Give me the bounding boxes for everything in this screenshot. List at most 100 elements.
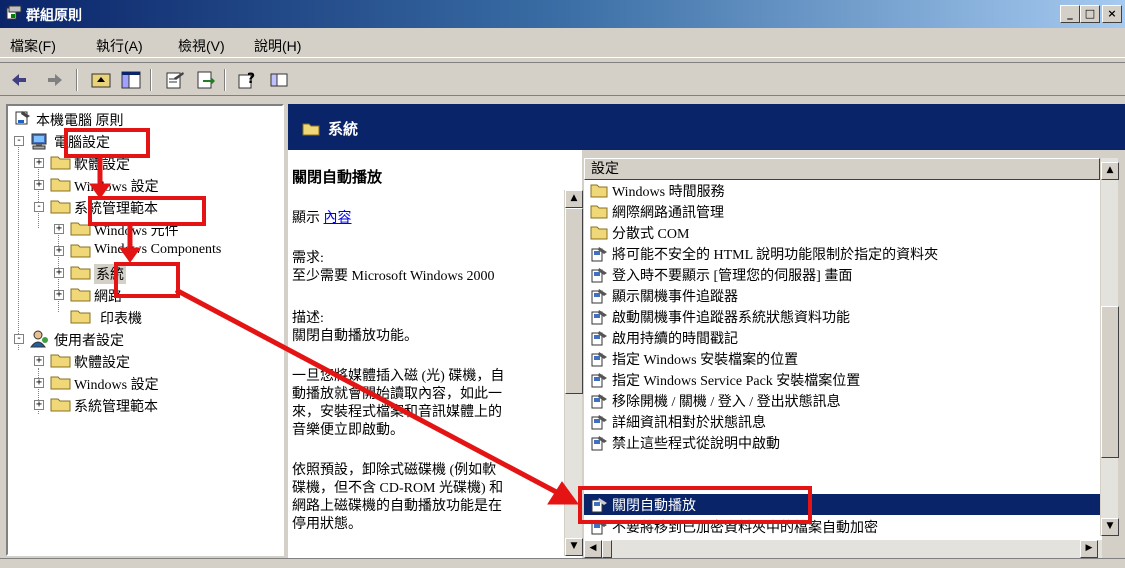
list-item[interactable]: 指定 Windows 安裝檔案的位置: [584, 348, 1102, 369]
tree-cc-admin-wincomponents[interactable]: + Windows Components: [10, 240, 282, 262]
list-item[interactable]: 移除開機 / 關機 / 登入 / 登出狀態訊息: [584, 390, 1102, 411]
list-item[interactable]: 登入時不要顯示 [管理您的伺服器] 畫面: [584, 264, 1102, 285]
description-paragraph: 音樂便立即啟動。: [292, 423, 404, 438]
scroll-thumb[interactable]: [602, 540, 612, 558]
list-item[interactable]: 啟動關機事件追蹤器系統狀態資料功能: [584, 306, 1102, 327]
toolbar-separator: [224, 69, 226, 91]
setting-icon: [590, 392, 608, 409]
expand-toggle[interactable]: +: [34, 400, 44, 410]
list-item[interactable]: 指定 Windows Service Pack 安裝檔案位置: [584, 369, 1102, 390]
menu-view[interactable]: 檢視(V): [178, 36, 225, 56]
tree-root[interactable]: 本機電腦 原則: [10, 108, 280, 130]
menu-bar: 檔案(F) 執行(A) 檢視(V) 說明(H): [0, 30, 1125, 58]
collapse-toggle[interactable]: -: [34, 202, 44, 212]
selected-node-label: 系統: [94, 264, 126, 284]
tree-cc-admin-network[interactable]: + 網路: [10, 284, 280, 306]
folder-icon: [302, 122, 320, 136]
expand-toggle[interactable]: +: [54, 268, 64, 278]
folder-icon: [50, 176, 72, 192]
tree-uc-windows[interactable]: + Windows 設定: [10, 372, 280, 394]
setting-icon: [590, 245, 608, 262]
svg-text:?: ?: [247, 71, 255, 87]
scroll-thumb[interactable]: [565, 208, 583, 394]
tree-cc-admin-system[interactable]: + 系統: [10, 262, 280, 284]
folder-icon: [70, 286, 92, 302]
tree-uc-software[interactable]: + 軟體設定: [10, 350, 280, 372]
properties-link[interactable]: 內容: [324, 211, 352, 226]
tree-computer-config[interactable]: - 電腦設定: [10, 130, 280, 152]
requirements-value: 至少需要 Microsoft Windows 2000: [292, 269, 495, 284]
back-icon[interactable]: [8, 69, 30, 91]
expand-toggle[interactable]: +: [54, 290, 64, 300]
tree-pane[interactable]: 本機電腦 原則 - 電腦設定 + 軟體設定 + Windows 設定 - 系統管…: [6, 104, 284, 556]
export-list-icon[interactable]: [194, 69, 216, 91]
folder-icon: [50, 396, 72, 412]
menu-action[interactable]: 執行(A): [96, 36, 143, 56]
list-item[interactable]: 將可能不安全的 HTML 說明功能限制於指定的資料夾: [584, 243, 1102, 264]
expand-toggle[interactable]: +: [34, 356, 44, 366]
toolbar-separator: [150, 69, 152, 91]
list-item[interactable]: Windows 時間服務: [584, 180, 1102, 201]
help-icon[interactable]: ?: [236, 69, 258, 91]
tree-cc-admin-printers[interactable]: 印表機: [10, 306, 280, 328]
expand-toggle[interactable]: +: [54, 224, 64, 234]
window-title: 群組原則: [26, 7, 82, 23]
description-pane: 關閉自動播放 顯示 內容 需求: 至少需要 Microsoft Windows …: [288, 150, 582, 564]
collapse-toggle[interactable]: -: [14, 136, 24, 146]
up-folder-icon[interactable]: [90, 69, 112, 91]
settings-hscrollbar[interactable]: ◀ ▶: [584, 540, 1102, 558]
list-item[interactable]: 不要將移到已加密資料夾中的檔案自動加密: [584, 516, 1102, 537]
scroll-down-button[interactable]: ▼: [565, 538, 583, 556]
tree-cc-admin[interactable]: - 系統管理範本: [10, 196, 280, 218]
settings-scrollbar[interactable]: ▲ ▼: [1100, 158, 1119, 536]
scroll-right-button[interactable]: ▶: [1080, 540, 1098, 558]
expand-toggle[interactable]: +: [34, 158, 44, 168]
title-bar[interactable]: 群組原則 _ □ ×: [0, 0, 1125, 28]
scroll-up-button[interactable]: ▲: [565, 190, 583, 208]
scroll-left-button[interactable]: ◀: [584, 540, 602, 558]
list-item[interactable]: 詳細資訊相對於狀態訊息: [584, 411, 1102, 432]
list-item[interactable]: 分散式 COM: [584, 222, 1102, 243]
menu-file[interactable]: 檔案(F): [10, 36, 56, 56]
list-item-selected[interactable]: 關閉自動播放: [584, 494, 1102, 515]
tree-uc-admin[interactable]: + 系統管理範本: [10, 394, 280, 416]
collapse-toggle[interactable]: -: [14, 334, 24, 344]
description-paragraph: 碟機，但不含 CD-ROM 光碟機) 和: [292, 481, 504, 496]
scroll-thumb[interactable]: [1101, 306, 1119, 458]
status-bar: [0, 558, 1125, 568]
tree-cc-software[interactable]: + 軟體設定: [10, 152, 280, 174]
expand-toggle[interactable]: +: [34, 180, 44, 190]
forward-icon[interactable]: [44, 69, 66, 91]
extended-view-icon[interactable]: [268, 69, 290, 91]
folder-icon: [70, 308, 92, 324]
list-item[interactable]: 顯示關機事件追蹤器: [584, 285, 1102, 306]
show-properties-line: 顯示 內容: [292, 211, 352, 226]
tree-cc-windows[interactable]: + Windows 設定: [10, 174, 280, 196]
expand-toggle[interactable]: +: [54, 246, 64, 256]
list-item[interactable]: 啟用持續的時間戳記: [584, 327, 1102, 348]
setting-icon: [590, 287, 608, 304]
menu-help[interactable]: 說明(H): [254, 36, 301, 56]
tree-cc-admin-components[interactable]: + Windows 元件: [10, 218, 280, 240]
setting-icon: [590, 308, 608, 325]
settings-list[interactable]: Windows 時間服務 網際網路通訊管理 分散式 COM 將可能不安全的 HT…: [584, 158, 1102, 554]
expand-toggle[interactable]: +: [34, 378, 44, 388]
list-item[interactable]: 網際網路通訊管理: [584, 201, 1102, 222]
details-header: 系統: [288, 104, 1125, 150]
details-title: 系統: [328, 121, 359, 138]
description-scrollbar[interactable]: ▲ ▼: [564, 190, 583, 556]
properties-icon[interactable]: [164, 69, 186, 91]
folder-icon: [70, 220, 92, 236]
scroll-down-button[interactable]: ▼: [1101, 518, 1119, 536]
show-tree-icon[interactable]: [120, 69, 142, 91]
folder-icon: [590, 182, 608, 199]
tree-user-config[interactable]: - 使用者設定: [10, 328, 280, 350]
scroll-up-button[interactable]: ▲: [1101, 162, 1119, 180]
column-header-setting[interactable]: 設定: [584, 158, 1100, 180]
description-paragraph: 一旦您將媒體插入磁 (光) 碟機，自: [292, 369, 505, 384]
minimize-button[interactable]: _: [1060, 5, 1080, 23]
description-paragraph: 停用狀態。: [292, 517, 362, 532]
list-item[interactable]: 禁止這些程式從說明中啟動: [584, 432, 1102, 453]
maximize-button[interactable]: □: [1080, 5, 1100, 23]
close-button[interactable]: ×: [1102, 5, 1122, 23]
